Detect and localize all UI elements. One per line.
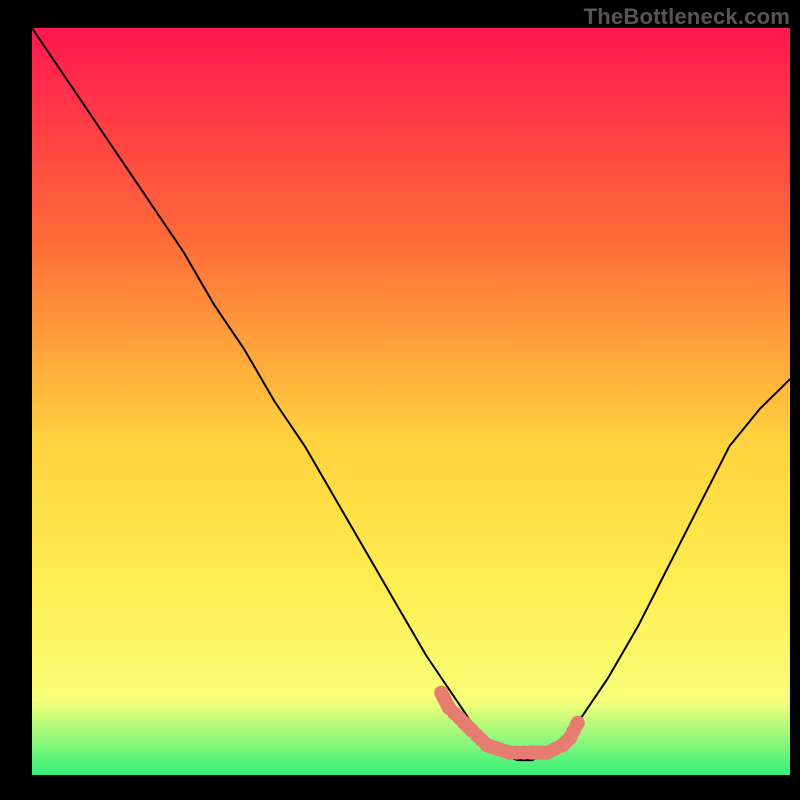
chart-canvas bbox=[0, 0, 800, 800]
watermark-text: TheBottleneck.com bbox=[584, 4, 790, 30]
chart-frame: TheBottleneck.com bbox=[0, 0, 800, 800]
plot-background bbox=[32, 28, 790, 775]
